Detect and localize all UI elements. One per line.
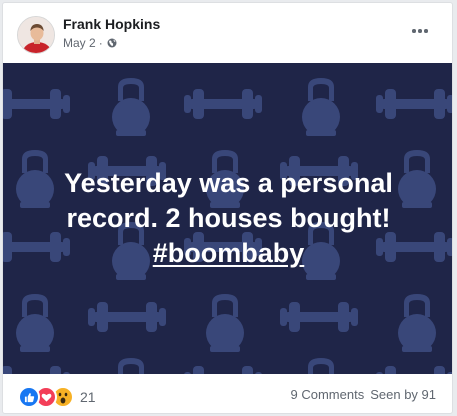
meta-separator: · [98,36,103,50]
post-banner[interactable]: Yesterday was a personal record. 2 house… [3,63,452,374]
post-footer: 21 9 Comments Seen by 91 [3,374,452,413]
banner-line-1: Yesterday was a personal [64,168,393,198]
like-icon [18,386,40,408]
banner-line-2: record. 2 houses bought! [66,203,391,233]
hashtag-link[interactable]: #boombaby [153,236,305,271]
more-options-button[interactable] [407,21,433,41]
post-meta: May 2 · [63,36,117,50]
post-stats: 9 Comments Seen by 91 [291,387,436,402]
comments-link[interactable]: 9 Comments [291,387,365,402]
avatar[interactable] [17,16,55,54]
avatar-image [18,17,54,53]
post-date[interactable]: May 2 [63,36,96,50]
globe-icon[interactable] [107,38,117,48]
reaction-count: 21 [80,389,96,405]
banner-text: Yesterday was a personal record. 2 house… [3,63,452,374]
seen-by[interactable]: Seen by 91 [370,387,436,402]
post-card: Frank Hopkins May 2 · Yesterday was a pe… [2,2,453,414]
post-header: Frank Hopkins May 2 · [3,3,452,63]
more-options-icon [412,29,416,33]
reactions-summary[interactable]: 21 [18,386,96,408]
author-name[interactable]: Frank Hopkins [63,16,160,32]
